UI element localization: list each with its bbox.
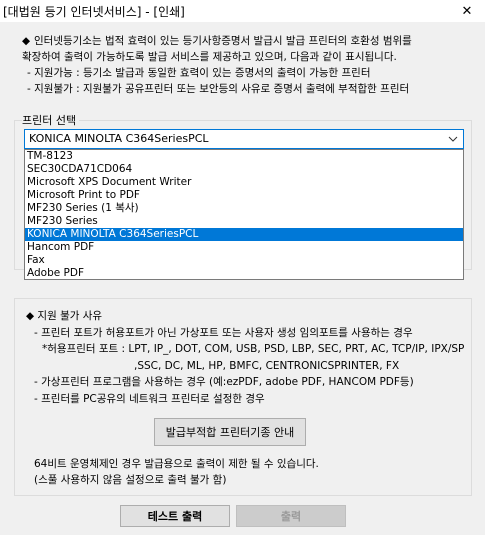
printer-option[interactable]: TM-8123 bbox=[25, 150, 463, 163]
printer-option[interactable]: Hancom PDF bbox=[25, 241, 463, 254]
window-title: [대법원 등기 인터넷서비스] - [인쇄] bbox=[3, 5, 185, 19]
intro-line-3: - 지원가능 : 등기소 발급과 동일한 효력이 있는 증명서의 출력이 가능한… bbox=[27, 67, 371, 79]
unsupported-line-1: - 프린터 포트가 허용포트가 아닌 가상포트 또는 사용자 생성 임의포트를 … bbox=[34, 326, 413, 339]
title-bar: [대법원 등기 인터넷서비스] - [인쇄] ✕ bbox=[0, 0, 485, 22]
unsupported-line-4: - 가상프린터 프로그램을 사용하는 경우 (예:ezPDF, adobe PD… bbox=[34, 376, 414, 388]
close-icon: ✕ bbox=[461, 3, 473, 19]
os-note-line-2: (스풀 사용하지 않음 설정으로 출력 불가 함) bbox=[34, 474, 227, 486]
printer-option[interactable]: Adobe PDF bbox=[25, 267, 463, 280]
printer-option[interactable]: Fax bbox=[25, 254, 463, 267]
printer-option-selected[interactable]: KONICA MINOLTA C364SeriesPCL bbox=[25, 228, 463, 241]
print-button[interactable]: 출력 bbox=[236, 505, 346, 527]
printer-option[interactable]: SEC30CDA71CD064 bbox=[25, 163, 463, 176]
diamond-bullet-icon: ◆ bbox=[22, 35, 31, 47]
unsupported-line-5: - 프린터를 PC공유의 네트워크 프린터로 설정한 경우 bbox=[34, 392, 265, 405]
intro-line-4: - 지원불가 : 지원불가 공유프린터 또는 보안등의 사유로 증명서 출력에 … bbox=[27, 83, 410, 95]
unsupported-heading: ◆ 지원 불가 사유 bbox=[26, 310, 103, 322]
printer-option[interactable]: MF230 Series (1 복사) bbox=[25, 202, 463, 215]
printer-dropdown-value: KONICA MINOLTA C364SeriesPCL bbox=[29, 132, 209, 145]
printer-dropdown-list[interactable]: TM-8123 SEC30CDA71CD064 Microsoft XPS Do… bbox=[24, 149, 464, 280]
os-note-line-1: 64비트 운영체제인 경우 발급용으로 출력이 제한 될 수 있습니다. bbox=[34, 458, 319, 470]
intro-line-2: 확장하여 출력이 가능하도록 발급 서비스를 제공하고 있으며, 다음과 같이 … bbox=[22, 51, 397, 63]
printer-dropdown[interactable]: KONICA MINOLTA C364SeriesPCL bbox=[24, 129, 464, 149]
test-print-button[interactable]: 테스트 출력 bbox=[120, 505, 230, 527]
printer-select-label: 프린터 선택 bbox=[22, 112, 80, 128]
chevron-down-icon bbox=[448, 136, 458, 142]
os-note: 64비트 운영체제인 경우 발급용으로 출력이 제한 될 수 있습니다. (스풀… bbox=[34, 456, 319, 488]
printer-option[interactable]: MF230 Series bbox=[25, 215, 463, 228]
printer-option[interactable]: Microsoft XPS Document Writer bbox=[25, 176, 463, 189]
unsupported-reasons: ◆ 지원 불가 사유 - 프린터 포트가 허용포트가 아닌 가상포트 또는 사용… bbox=[26, 308, 466, 407]
intro-text: ◆ 인터넷등기소는 법적 효력이 있는 등기사항증명서 발급시 발급 프린터의 … bbox=[22, 33, 477, 97]
printer-option[interactable]: Microsoft Print to PDF bbox=[25, 189, 463, 202]
unsupported-line-3: ,SSC, DC, ML, HP, BMFC, CENTRONICSPRINTE… bbox=[134, 359, 400, 372]
close-button[interactable]: ✕ bbox=[449, 0, 485, 22]
intro-line-1: 인터넷등기소는 법적 효력이 있는 등기사항증명서 발급시 발급 프린터의 호환… bbox=[34, 35, 412, 47]
unsupported-printer-guide-button[interactable]: 발급부적합 프린터기종 안내 bbox=[154, 418, 306, 446]
unsupported-line-2: *허용프린터 포트 : LPT, IP_, DOT, COM, USB, PSD… bbox=[42, 343, 465, 355]
